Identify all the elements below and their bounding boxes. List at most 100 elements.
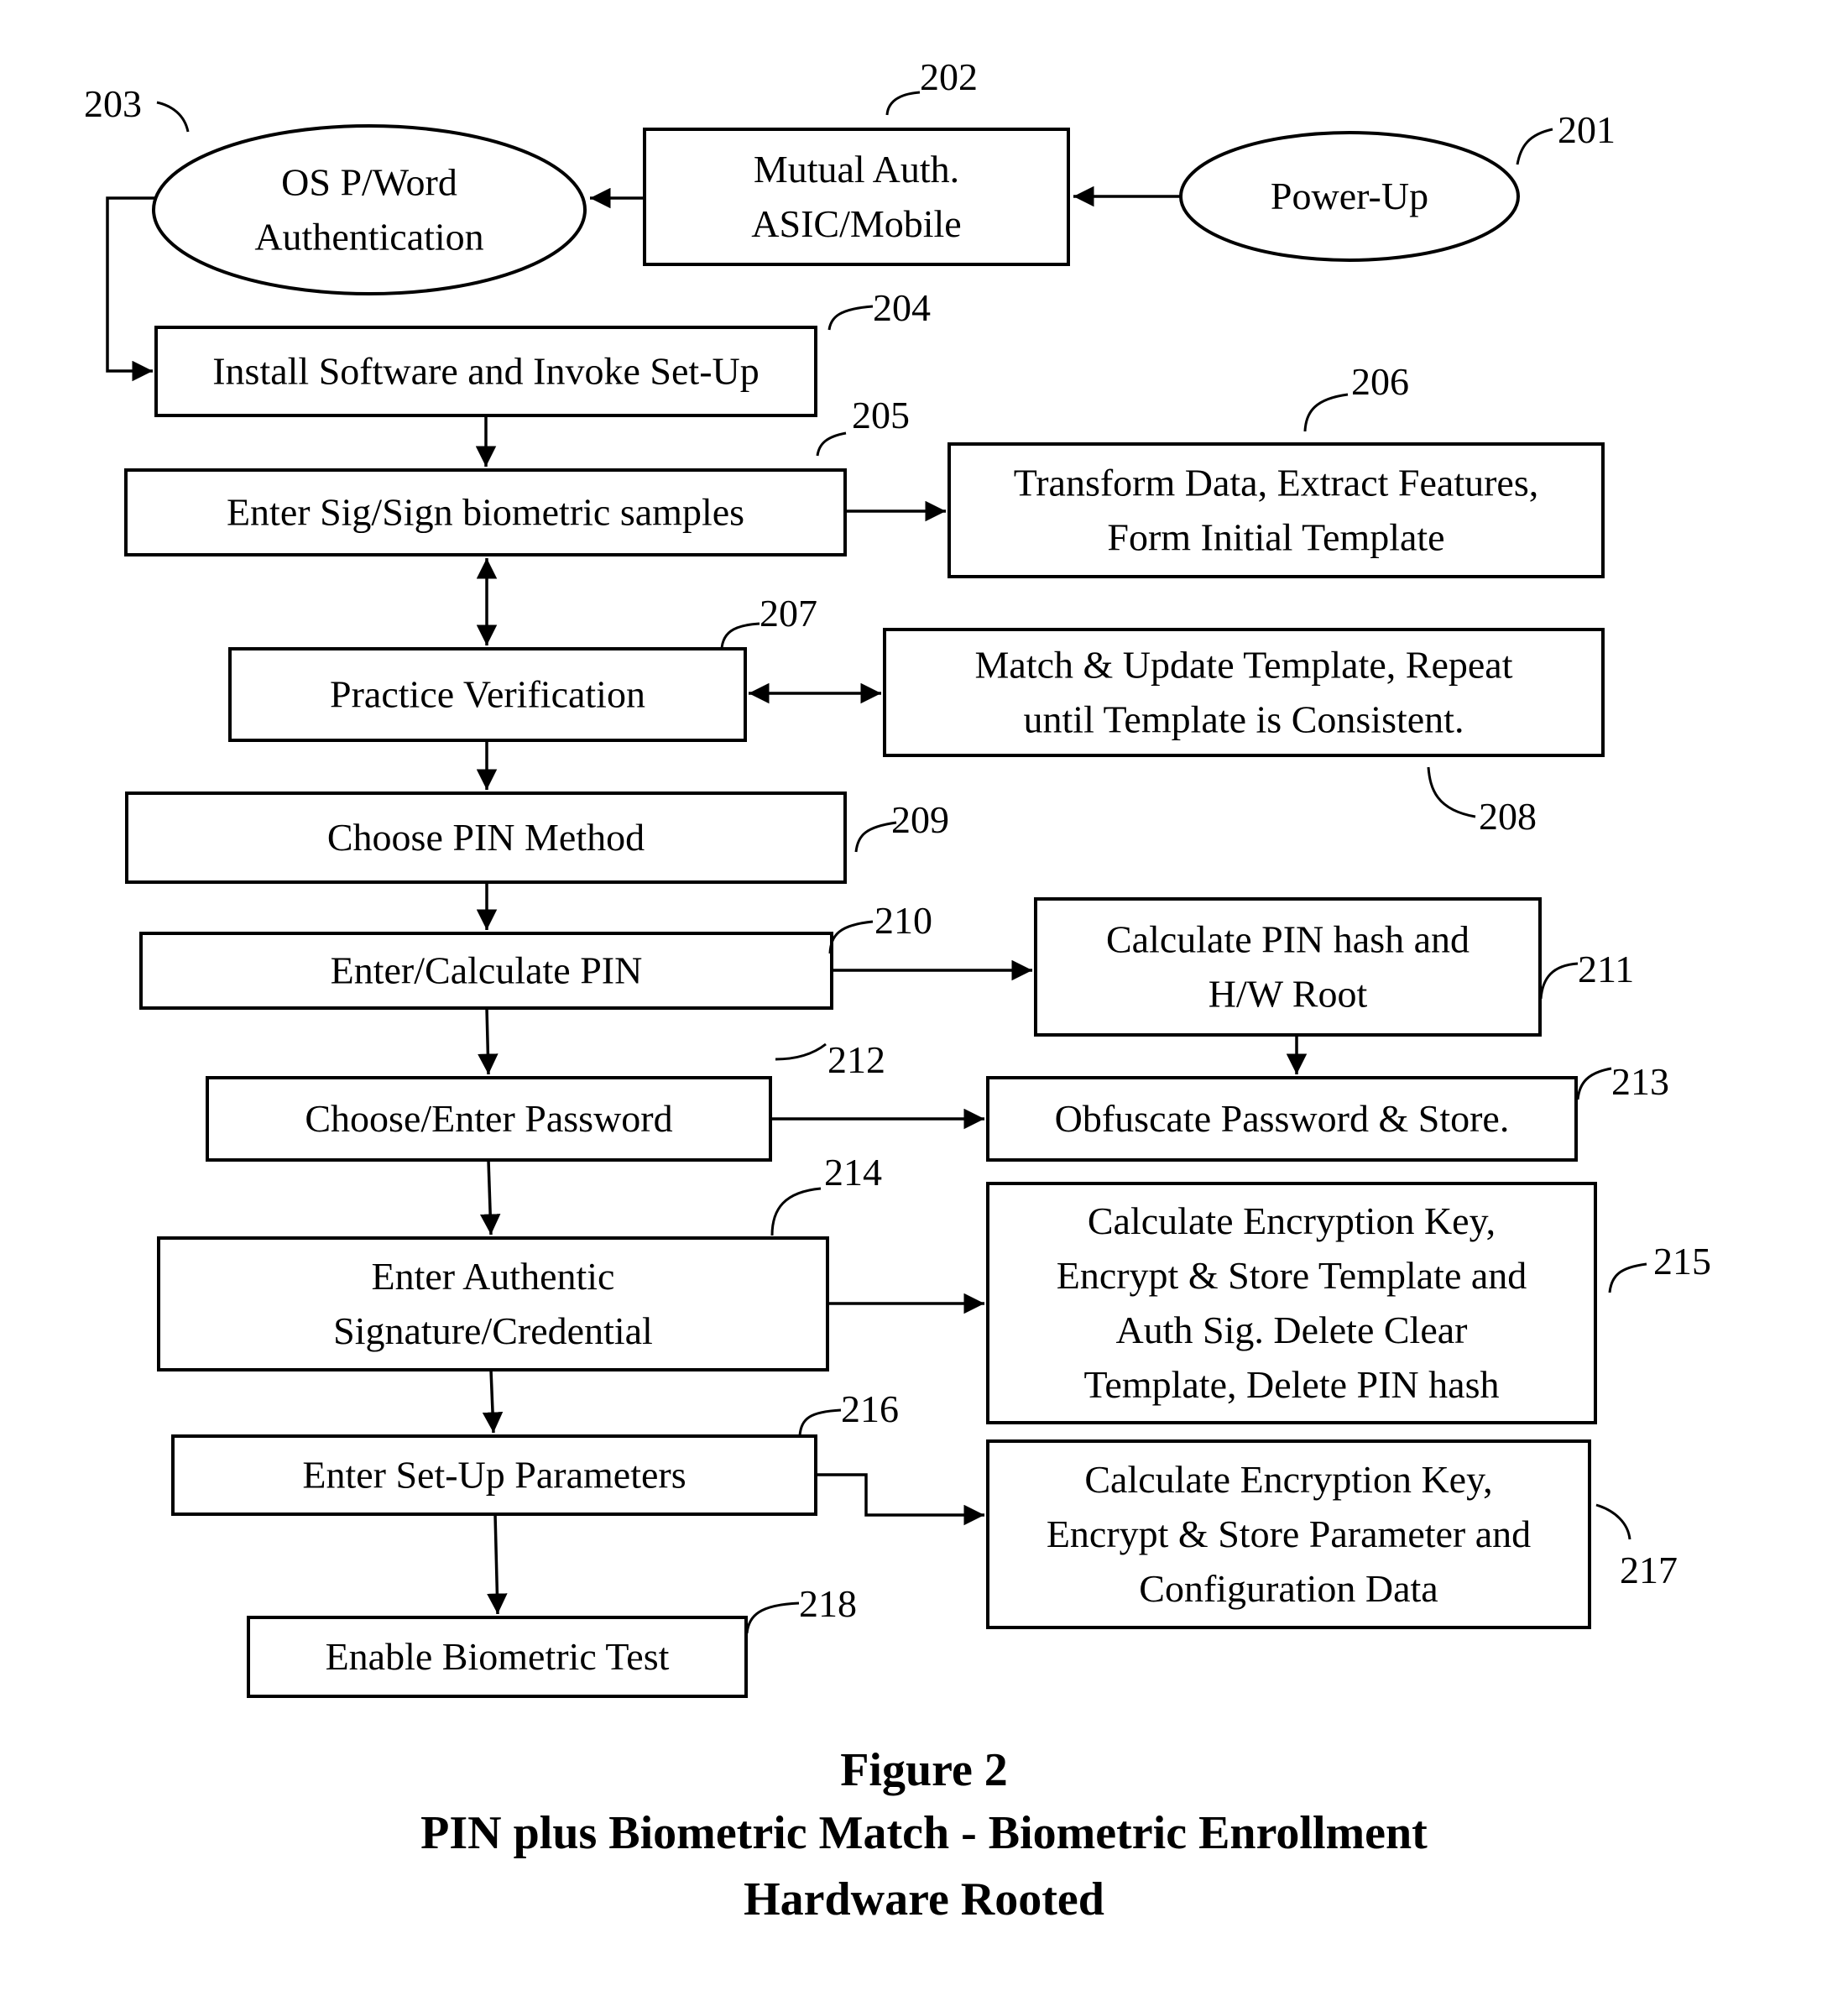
leader-line-202 xyxy=(885,91,921,116)
leader-line-218 xyxy=(745,1601,800,1634)
edge-216-217 xyxy=(816,1473,984,1526)
node-label-line: ASIC/Mobile xyxy=(751,202,961,245)
ref-number-214: 214 xyxy=(824,1151,882,1194)
node-label-line: Enter Authentic xyxy=(372,1255,615,1298)
ref-number-206: 206 xyxy=(1351,360,1409,403)
flow-node-217: Calculate Encryption Key, Encrypt & Store… xyxy=(986,1439,1591,1629)
ref-number-209: 209 xyxy=(891,798,949,841)
ref-number-203: 203 xyxy=(84,82,142,125)
node-label-line: Power-Up xyxy=(1271,175,1428,217)
ref-number-215: 215 xyxy=(1653,1240,1711,1283)
ref-number-207: 207 xyxy=(760,592,817,635)
node-label-line: Enable Biometric Test xyxy=(326,1635,670,1678)
flow-node-211: Calculate PIN hash and H/W Root xyxy=(1034,897,1542,1037)
flow-node-209: Choose PIN Method xyxy=(125,792,847,884)
leader-line-210 xyxy=(828,920,874,954)
ref-label-218: 218 xyxy=(745,1582,857,1634)
ref-label-202: 202 xyxy=(885,55,978,116)
node-label-line: Choose PIN Method xyxy=(327,816,645,859)
flow-node-213: Obfuscate Password & Store. xyxy=(986,1076,1578,1162)
ref-label-217: 217 xyxy=(1595,1503,1678,1591)
ref-label-201: 201 xyxy=(1516,108,1616,165)
edge-214-216 xyxy=(482,1369,504,1434)
node-label-line: Enter Set-Up Parameters xyxy=(302,1454,686,1497)
flowchart-diagram: Power-Up Mutual Auth. ASIC/Mobile OS P/Word… xyxy=(84,55,1711,1925)
node-label-line: Configuration Data xyxy=(1139,1567,1438,1610)
ref-number-212: 212 xyxy=(827,1038,885,1081)
ref-number-204: 204 xyxy=(873,286,931,329)
leader-line-207 xyxy=(720,622,760,649)
ref-number-210: 210 xyxy=(874,899,932,942)
figure-number: Figure 2 xyxy=(840,1744,1008,1796)
ref-label-215: 215 xyxy=(1608,1240,1711,1293)
leader-line-217 xyxy=(1595,1503,1631,1540)
flow-node-208: Match & Update Template, Repeat until Tem… xyxy=(883,628,1605,757)
ref-label-216: 216 xyxy=(798,1387,899,1436)
node-label-line: Choose/Enter Password xyxy=(305,1097,672,1140)
ref-label-206: 206 xyxy=(1303,360,1409,432)
ref-label-204: 204 xyxy=(827,286,931,331)
ref-label-203: 203 xyxy=(84,82,190,133)
flow-node-202: Mutual Auth. ASIC/Mobile xyxy=(643,128,1070,266)
ref-number-216: 216 xyxy=(841,1387,899,1430)
edge-212-214 xyxy=(479,1159,501,1236)
edge-203-204 xyxy=(106,196,155,382)
flow-node-205: Enter Sig/Sign biometric samples xyxy=(124,468,847,556)
ref-number-205: 205 xyxy=(852,394,910,436)
node-label-line: Template, Delete PIN hash xyxy=(1084,1363,1500,1406)
flow-node-201: Power-Up xyxy=(1179,131,1520,262)
ref-number-218: 218 xyxy=(799,1582,857,1625)
ref-number-202: 202 xyxy=(920,55,978,98)
ref-label-210: 210 xyxy=(828,899,932,954)
leader-line-209 xyxy=(854,821,897,853)
node-label-line: Calculate PIN hash and xyxy=(1106,918,1470,961)
leader-line-212 xyxy=(775,1042,827,1061)
flow-node-215: Calculate Encryption Key, Encrypt & Store… xyxy=(986,1182,1597,1424)
node-label-line: Encrypt & Store Parameter and xyxy=(1047,1513,1531,1555)
flow-node-204: Install Software and Invoke Set-Up xyxy=(154,326,817,417)
node-label-line: Form Initial Template xyxy=(1107,516,1444,559)
node-label-line: Transform Data, Extract Features, xyxy=(1014,462,1539,504)
edge-210-212 xyxy=(478,1007,499,1075)
ref-number-211: 211 xyxy=(1578,948,1634,990)
leader-line-213 xyxy=(1576,1067,1612,1100)
flow-node-212: Choose/Enter Password xyxy=(206,1076,772,1162)
node-label-line: Calculate Encryption Key, xyxy=(1084,1458,1492,1501)
flow-node-203: OS P/Word Authentication xyxy=(152,124,587,295)
node-label-line: Mutual Auth. xyxy=(754,148,959,191)
ref-number-213: 213 xyxy=(1611,1060,1669,1103)
leader-line-216 xyxy=(798,1408,842,1436)
flow-node-214: Enter Authentic Signature/Credential xyxy=(157,1236,829,1371)
leader-line-214 xyxy=(770,1187,822,1236)
ref-label-214: 214 xyxy=(770,1151,882,1236)
node-label-line: Calculate Encryption Key, xyxy=(1088,1199,1496,1242)
ref-label-207: 207 xyxy=(720,592,817,649)
leader-line-211 xyxy=(1539,962,1579,1000)
figure-title-line1: PIN plus Biometric Match - Biometric Enr… xyxy=(420,1807,1428,1859)
flow-node-218: Enable Biometric Test xyxy=(247,1616,748,1698)
flow-node-207: Practice Verification xyxy=(228,647,747,742)
ref-label-208: 208 xyxy=(1427,766,1537,838)
node-label-line: until Template is Consistent. xyxy=(1024,698,1464,741)
flow-node-216: Enter Set-Up Parameters xyxy=(171,1434,817,1516)
leader-line-203 xyxy=(156,101,190,133)
leader-line-208 xyxy=(1427,766,1476,818)
leader-line-205 xyxy=(816,431,847,457)
node-label-line: OS P/Word xyxy=(281,161,457,204)
leader-line-204 xyxy=(827,305,874,331)
ref-label-209: 209 xyxy=(854,798,949,853)
ref-label-211: 211 xyxy=(1539,948,1634,1000)
flow-node-206: Transform Data, Extract Features, Form In… xyxy=(947,442,1605,578)
ref-number-201: 201 xyxy=(1558,108,1616,151)
node-label-line: Match & Update Template, Repeat xyxy=(975,644,1513,687)
ref-number-208: 208 xyxy=(1479,795,1537,838)
node-label-line: Authentication xyxy=(254,216,483,259)
node-label-line: Obfuscate Password & Store. xyxy=(1055,1097,1510,1140)
node-label-line: Enter Sig/Sign biometric samples xyxy=(227,491,744,534)
node-label-line: Practice Verification xyxy=(330,673,645,716)
edge-216-218 xyxy=(487,1513,508,1615)
ref-number-217: 217 xyxy=(1620,1549,1678,1591)
node-ellipse-203 xyxy=(152,124,587,295)
node-label-line: Auth Sig. Delete Clear xyxy=(1115,1309,1467,1351)
node-label-line: H/W Root xyxy=(1209,973,1368,1016)
